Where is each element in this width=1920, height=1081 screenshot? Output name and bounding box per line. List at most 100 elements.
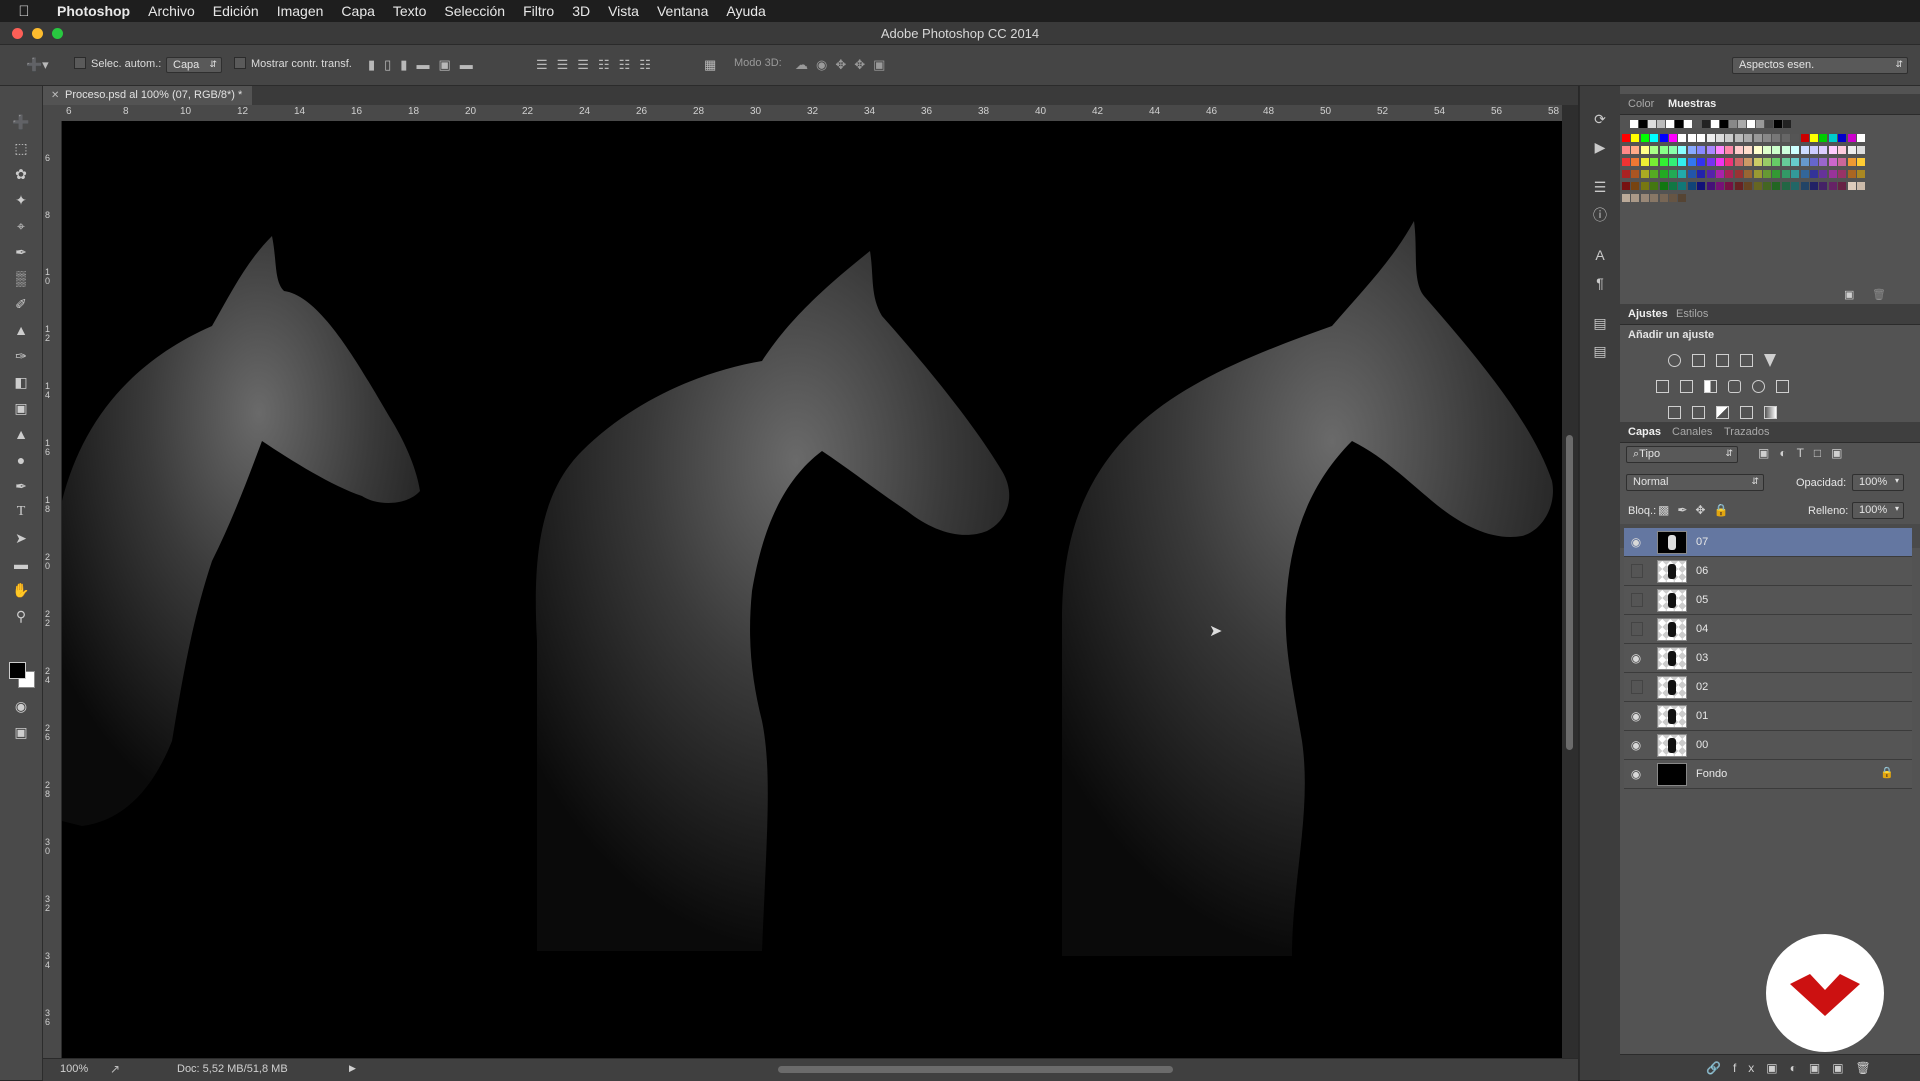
layer-thumbnail[interactable] bbox=[1657, 618, 1687, 641]
horizontal-scroll-thumb[interactable] bbox=[778, 1066, 1173, 1073]
swatches-grid[interactable] bbox=[1620, 114, 1920, 264]
swatch[interactable] bbox=[1847, 182, 1856, 190]
swatch[interactable] bbox=[1734, 158, 1743, 166]
layer-filter-dropdown[interactable]: ⌕Tipo ⇵ bbox=[1626, 446, 1738, 463]
canvas-vertical-scrollbar[interactable] bbox=[1562, 105, 1578, 1058]
layer-visibility-eye-icon[interactable] bbox=[1631, 564, 1643, 578]
tab-styles[interactable]: Estilos bbox=[1676, 308, 1708, 320]
menu-filtro[interactable]: Filtro bbox=[514, 3, 563, 19]
swatch[interactable] bbox=[1781, 182, 1790, 190]
document-canvas[interactable]: ➤ bbox=[62, 121, 1562, 1058]
vibrance-icon[interactable] bbox=[1764, 354, 1776, 367]
swatch[interactable] bbox=[1659, 182, 1668, 190]
layer-filter-icons[interactable]: ▣◐T□▣ bbox=[1758, 446, 1853, 460]
layer-visibility-eye-icon[interactable] bbox=[1631, 593, 1643, 607]
levels-icon[interactable] bbox=[1692, 354, 1705, 367]
tab-paths[interactable]: Trazados bbox=[1724, 426, 1769, 438]
swatch[interactable] bbox=[1711, 120, 1719, 128]
clone-stamp-tool-icon[interactable]: ▲ bbox=[10, 320, 32, 340]
layers-footer-icons[interactable]: 🔗fx▣◐▣▣🗑 bbox=[1706, 1061, 1883, 1075]
swatch[interactable] bbox=[1857, 146, 1865, 154]
eraser-tool-icon[interactable]: ◧ bbox=[10, 372, 32, 392]
swatch[interactable] bbox=[1828, 158, 1837, 166]
move-tool-preset-icon[interactable]: ➕▾ bbox=[26, 58, 49, 72]
menu-texto[interactable]: Texto bbox=[384, 3, 435, 19]
layer-visibility-eye-icon[interactable] bbox=[1631, 680, 1643, 694]
color-lookup-icon[interactable] bbox=[1776, 380, 1789, 393]
swatch[interactable] bbox=[1838, 182, 1847, 190]
history-brush-tool-icon[interactable]: ✑ bbox=[10, 346, 32, 366]
swatch[interactable] bbox=[1738, 120, 1746, 128]
swatch[interactable] bbox=[1669, 194, 1677, 202]
tab-channels[interactable]: Canales bbox=[1672, 426, 1712, 438]
info-panel-icon[interactable]: ⓘ bbox=[1591, 206, 1609, 224]
swatch[interactable] bbox=[1678, 182, 1687, 190]
swatch[interactable] bbox=[1847, 146, 1856, 154]
crop-tool-icon[interactable]: ⌖ bbox=[10, 216, 32, 236]
swatch[interactable] bbox=[1631, 194, 1640, 202]
swatch[interactable] bbox=[1791, 170, 1800, 178]
swatch[interactable] bbox=[1763, 158, 1771, 166]
swatch[interactable] bbox=[1800, 146, 1809, 154]
swatch[interactable] bbox=[1791, 134, 1800, 142]
swatch[interactable] bbox=[1810, 182, 1818, 190]
swatch[interactable] bbox=[1747, 120, 1755, 128]
brush-tool-icon[interactable]: ✐ bbox=[10, 294, 32, 314]
new-swatch-icon[interactable]: ▣ bbox=[1844, 288, 1854, 301]
layer-row[interactable]: 05 bbox=[1624, 586, 1912, 615]
tab-layers[interactable]: Capas bbox=[1628, 426, 1661, 438]
swatch[interactable] bbox=[1819, 170, 1828, 178]
swatch[interactable] bbox=[1697, 146, 1706, 154]
show-transform-checkbox[interactable] bbox=[234, 57, 246, 69]
swatch[interactable] bbox=[1716, 158, 1724, 166]
swatch[interactable] bbox=[1772, 146, 1781, 154]
layer-name[interactable]: 03 bbox=[1696, 652, 1708, 664]
layer-name[interactable]: Fondo bbox=[1696, 768, 1727, 780]
swatch[interactable] bbox=[1756, 120, 1764, 128]
swatch[interactable] bbox=[1622, 194, 1630, 202]
vertical-scroll-thumb[interactable] bbox=[1566, 435, 1573, 750]
swatch[interactable] bbox=[1857, 170, 1865, 178]
menu-photoshop[interactable]: Photoshop bbox=[48, 3, 139, 19]
history-panel-icon[interactable]: ⟳ bbox=[1591, 110, 1609, 128]
layer-thumbnail[interactable] bbox=[1657, 705, 1687, 728]
show-transform-group[interactable]: Mostrar contr. transf. bbox=[234, 57, 352, 70]
swatch[interactable] bbox=[1716, 182, 1724, 190]
swatch[interactable] bbox=[1697, 158, 1706, 166]
align-icons[interactable]: ▮▯▮▬▣▬ bbox=[368, 58, 482, 72]
layer-row[interactable]: ◉ 00 bbox=[1624, 731, 1912, 760]
layer-visibility-eye-icon[interactable]: ◉ bbox=[1629, 738, 1643, 752]
swatch[interactable] bbox=[1847, 158, 1856, 166]
layer-row[interactable]: ◉ 01 bbox=[1624, 702, 1912, 731]
exposure-icon[interactable] bbox=[1740, 354, 1753, 367]
swatch[interactable] bbox=[1650, 170, 1659, 178]
swatch[interactable] bbox=[1650, 182, 1659, 190]
black-white-icon[interactable] bbox=[1704, 380, 1717, 393]
swatch[interactable] bbox=[1687, 182, 1696, 190]
swatch[interactable] bbox=[1640, 134, 1649, 142]
swatch[interactable] bbox=[1763, 182, 1771, 190]
swatch[interactable] bbox=[1650, 134, 1659, 142]
swatch[interactable] bbox=[1744, 182, 1753, 190]
swatch[interactable] bbox=[1819, 134, 1828, 142]
swatch[interactable] bbox=[1657, 120, 1665, 128]
swatch[interactable] bbox=[1753, 170, 1762, 178]
swatch[interactable] bbox=[1678, 146, 1687, 154]
photo-filter-icon[interactable] bbox=[1728, 380, 1741, 393]
swatch[interactable] bbox=[1675, 120, 1683, 128]
swatch[interactable] bbox=[1838, 170, 1847, 178]
swatch[interactable] bbox=[1678, 134, 1687, 142]
delete-swatch-icon[interactable]: 🗑 bbox=[1872, 288, 1886, 301]
swatch[interactable] bbox=[1810, 146, 1818, 154]
layer-row[interactable]: ◉ 03 bbox=[1624, 644, 1912, 673]
swatch[interactable] bbox=[1772, 170, 1781, 178]
workspace-dropdown[interactable]: Aspectos esen. ⇵ bbox=[1732, 57, 1908, 74]
swatch[interactable] bbox=[1781, 158, 1790, 166]
mode-3d-icons[interactable]: ☁◉✥✥▣ bbox=[795, 58, 893, 72]
menu-ayuda[interactable]: Ayuda bbox=[717, 3, 774, 19]
lasso-tool-icon[interactable]: ✿ bbox=[10, 164, 32, 184]
threshold-icon[interactable] bbox=[1716, 406, 1729, 419]
swatch[interactable] bbox=[1791, 146, 1800, 154]
gradient-map-icon[interactable] bbox=[1764, 406, 1777, 419]
distribute-icons[interactable]: ☰☰☰☷☷☷ bbox=[536, 58, 660, 72]
